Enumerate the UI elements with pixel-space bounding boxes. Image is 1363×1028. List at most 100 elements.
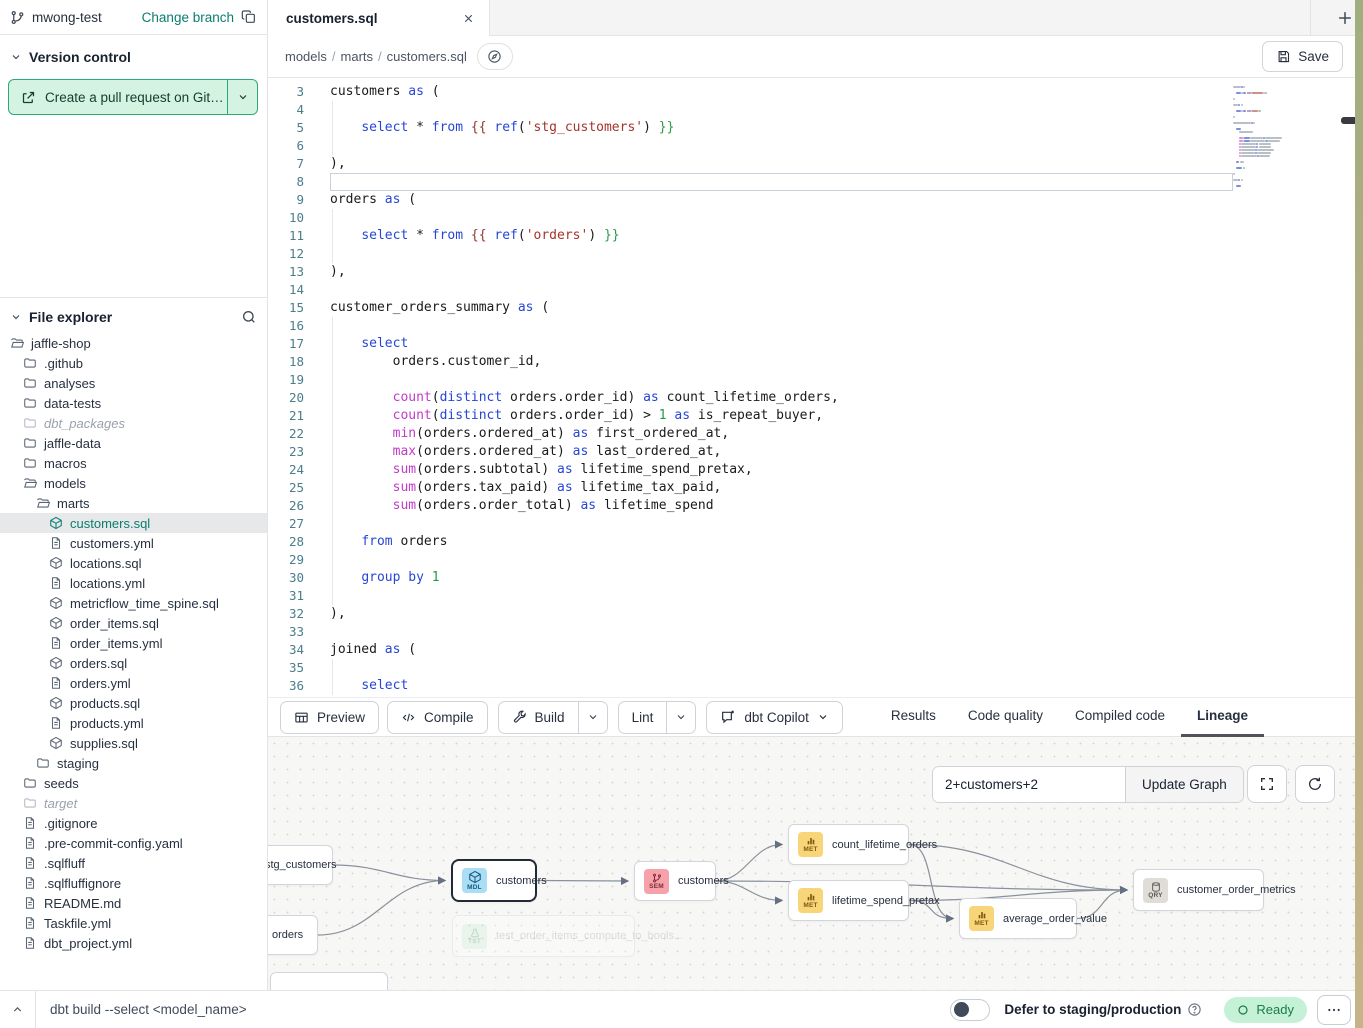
change-branch-link[interactable]: Change branch [142, 10, 234, 25]
close-icon[interactable] [462, 12, 475, 25]
panel-tab-lineage[interactable]: Lineage [1181, 697, 1264, 737]
file-tree-item-supplies-sql[interactable]: supplies.sql [0, 733, 267, 753]
code-line-8[interactable] [330, 173, 1233, 191]
file-tree-item-products-sql[interactable]: products.sql [0, 693, 267, 713]
lint-button[interactable]: Lint [619, 702, 667, 733]
create-pr-dropdown[interactable] [227, 80, 257, 114]
file-tree-item--pre-commit-config-yaml[interactable]: .pre-commit-config.yaml [0, 833, 267, 853]
code-editor[interactable]: 2345678910111213141516171819202122232425… [268, 78, 1363, 697]
file-tree-item-metricflow-time-spine-sql[interactable]: metricflow_time_spine.sql [0, 593, 267, 613]
code-line-7[interactable]: ), [330, 155, 1233, 173]
defer-toggle[interactable] [950, 999, 990, 1021]
file-tree-item-locations-yml[interactable]: locations.yml [0, 573, 267, 593]
breadcrumb-marts[interactable]: marts [341, 49, 374, 64]
file-tree-item-macros[interactable]: macros [0, 453, 267, 473]
file-tree-item-target[interactable]: target [0, 793, 267, 813]
panel-tab-results[interactable]: Results [875, 697, 952, 737]
lineage-node-lifetime_spend_pretax[interactable]: METlifetime_spend_pretax [788, 880, 909, 921]
file-tree-item-customers-sql[interactable]: customers.sql [0, 513, 267, 533]
command-text[interactable]: dbt build --select <model_name> [50, 1002, 247, 1017]
code-line-20[interactable]: count(distinct orders.order_id) as count… [330, 389, 1233, 407]
lineage-node-stg_customers[interactable]: MDLstg_customers [268, 845, 333, 885]
file-tree-item-order-items-sql[interactable]: order_items.sql [0, 613, 267, 633]
code-line-12[interactable] [330, 245, 1233, 263]
code-line-19[interactable] [330, 371, 1233, 389]
code-line-23[interactable]: max(orders.ordered_at) as last_ordered_a… [330, 443, 1233, 461]
code-line-16[interactable] [330, 317, 1233, 335]
file-tree-item-analyses[interactable]: analyses [0, 373, 267, 393]
file-tree-item-taskfile-yml[interactable]: Taskfile.yml [0, 913, 267, 933]
file-tree-item--sqlfluffignore[interactable]: .sqlfluffignore [0, 873, 267, 893]
lineage-node-orders_src[interactable]: MDLorders [268, 915, 318, 955]
file-tree-item--sqlfluff[interactable]: .sqlfluff [0, 853, 267, 873]
new-tab-plus-icon[interactable] [1335, 8, 1355, 28]
help-icon[interactable] [1187, 1002, 1202, 1017]
file-tree-item-data-tests[interactable]: data-tests [0, 393, 267, 413]
code-line-15[interactable]: customer_orders_summary as ( [330, 299, 1233, 317]
code-line-22[interactable]: min(orders.ordered_at) as first_ordered_… [330, 425, 1233, 443]
code-line-32[interactable]: ), [330, 605, 1233, 623]
code-line-18[interactable]: orders.customer_id, [330, 353, 1233, 371]
file-tree-item-marts[interactable]: marts [0, 493, 267, 513]
lineage-node-customers_mdl[interactable]: MDLcustomers [451, 859, 537, 902]
file-tree-item-seeds[interactable]: seeds [0, 773, 267, 793]
lint-dropdown[interactable] [666, 702, 695, 733]
file-tree-item--gitignore[interactable]: .gitignore [0, 813, 267, 833]
search-icon[interactable] [241, 309, 257, 325]
file-tree-item-products-yml[interactable]: products.yml [0, 713, 267, 733]
panel-tab-compiled-code[interactable]: Compiled code [1059, 697, 1181, 737]
file-tree-item-dbt-packages[interactable]: dbt_packages [0, 413, 267, 433]
file-tree-item-dbt-project-yml[interactable]: dbt_project.yml [0, 933, 267, 953]
lineage-node-customer_order_metrics[interactable]: QRYcustomer_order_metrics [1133, 869, 1264, 911]
code-line-27[interactable] [330, 515, 1233, 533]
code-line-5[interactable]: select * from {{ ref('stg_customers') }} [330, 119, 1233, 137]
code-line-13[interactable]: ), [330, 263, 1233, 281]
explore-compass-button[interactable] [477, 43, 513, 70]
update-graph-button[interactable]: Update Graph [1125, 767, 1243, 802]
code-line-24[interactable]: sum(orders.subtotal) as lifetime_spend_p… [330, 461, 1233, 479]
lineage-node-customers_sem[interactable]: SEMcustomers [634, 861, 716, 901]
code-line-6[interactable] [330, 137, 1233, 155]
code-line-10[interactable] [330, 209, 1233, 227]
file-tree-item-locations-sql[interactable]: locations.sql [0, 553, 267, 573]
code-line-25[interactable]: sum(orders.tax_paid) as lifetime_tax_pai… [330, 479, 1233, 497]
file-tree-item-orders-yml[interactable]: orders.yml [0, 673, 267, 693]
file-explorer-header[interactable]: File explorer [0, 297, 267, 333]
lineage-node-test_node[interactable]: TSTtest_order_items_compute_to_bools... [452, 915, 635, 957]
file-tree-item--github[interactable]: .github [0, 353, 267, 373]
file-tree-item-jaffle-data[interactable]: jaffle-data [0, 433, 267, 453]
code-line-30[interactable]: group by 1 [330, 569, 1233, 587]
file-tree-item-staging[interactable]: staging [0, 753, 267, 773]
version-control-header[interactable]: Version control [0, 35, 267, 75]
code-line-14[interactable] [330, 281, 1233, 299]
build-dropdown[interactable] [578, 702, 607, 733]
tab-customers-sql[interactable]: customers.sql [268, 0, 490, 36]
lineage-node-count_lifetime_orders[interactable]: METcount_lifetime_orders [788, 824, 909, 865]
lineage-node-average_order_value[interactable]: METaverage_order_value [959, 898, 1077, 939]
code-line-35[interactable] [330, 659, 1233, 677]
preview-button[interactable]: Preview [280, 701, 379, 734]
more-options-button[interactable] [1317, 995, 1351, 1025]
save-button[interactable]: Save [1262, 41, 1343, 72]
code-line-21[interactable]: count(distinct orders.order_id) > 1 as i… [330, 407, 1233, 425]
file-tree-item-orders-sql[interactable]: orders.sql [0, 653, 267, 673]
create-pr-button[interactable]: Create a pull request on Git… [8, 79, 258, 115]
fullscreen-button[interactable] [1247, 765, 1287, 803]
minimap[interactable] [1233, 81, 1311, 211]
lineage-node-partial_node[interactable] [270, 972, 388, 990]
breadcrumb-models[interactable]: models [285, 49, 327, 64]
code-line-28[interactable]: from orders [330, 533, 1233, 551]
code-line-17[interactable]: select [330, 335, 1233, 353]
code-line-31[interactable] [330, 587, 1233, 605]
file-tree-item-readme-md[interactable]: README.md [0, 893, 267, 913]
file-tree-item-order-items-yml[interactable]: order_items.yml [0, 633, 267, 653]
code-line-4[interactable] [330, 101, 1233, 119]
code-line-26[interactable]: sum(orders.order_total) as lifetime_spen… [330, 497, 1233, 515]
copy-icon[interactable] [241, 9, 257, 25]
code-line-11[interactable]: select * from {{ ref('orders') }} [330, 227, 1233, 245]
file-tree-item-customers-yml[interactable]: customers.yml [0, 533, 267, 553]
refresh-button[interactable] [1295, 765, 1335, 803]
panel-tab-code-quality[interactable]: Code quality [952, 697, 1059, 737]
code-line-36[interactable]: select [330, 677, 1233, 695]
collapse-panel-button[interactable] [0, 991, 36, 1028]
